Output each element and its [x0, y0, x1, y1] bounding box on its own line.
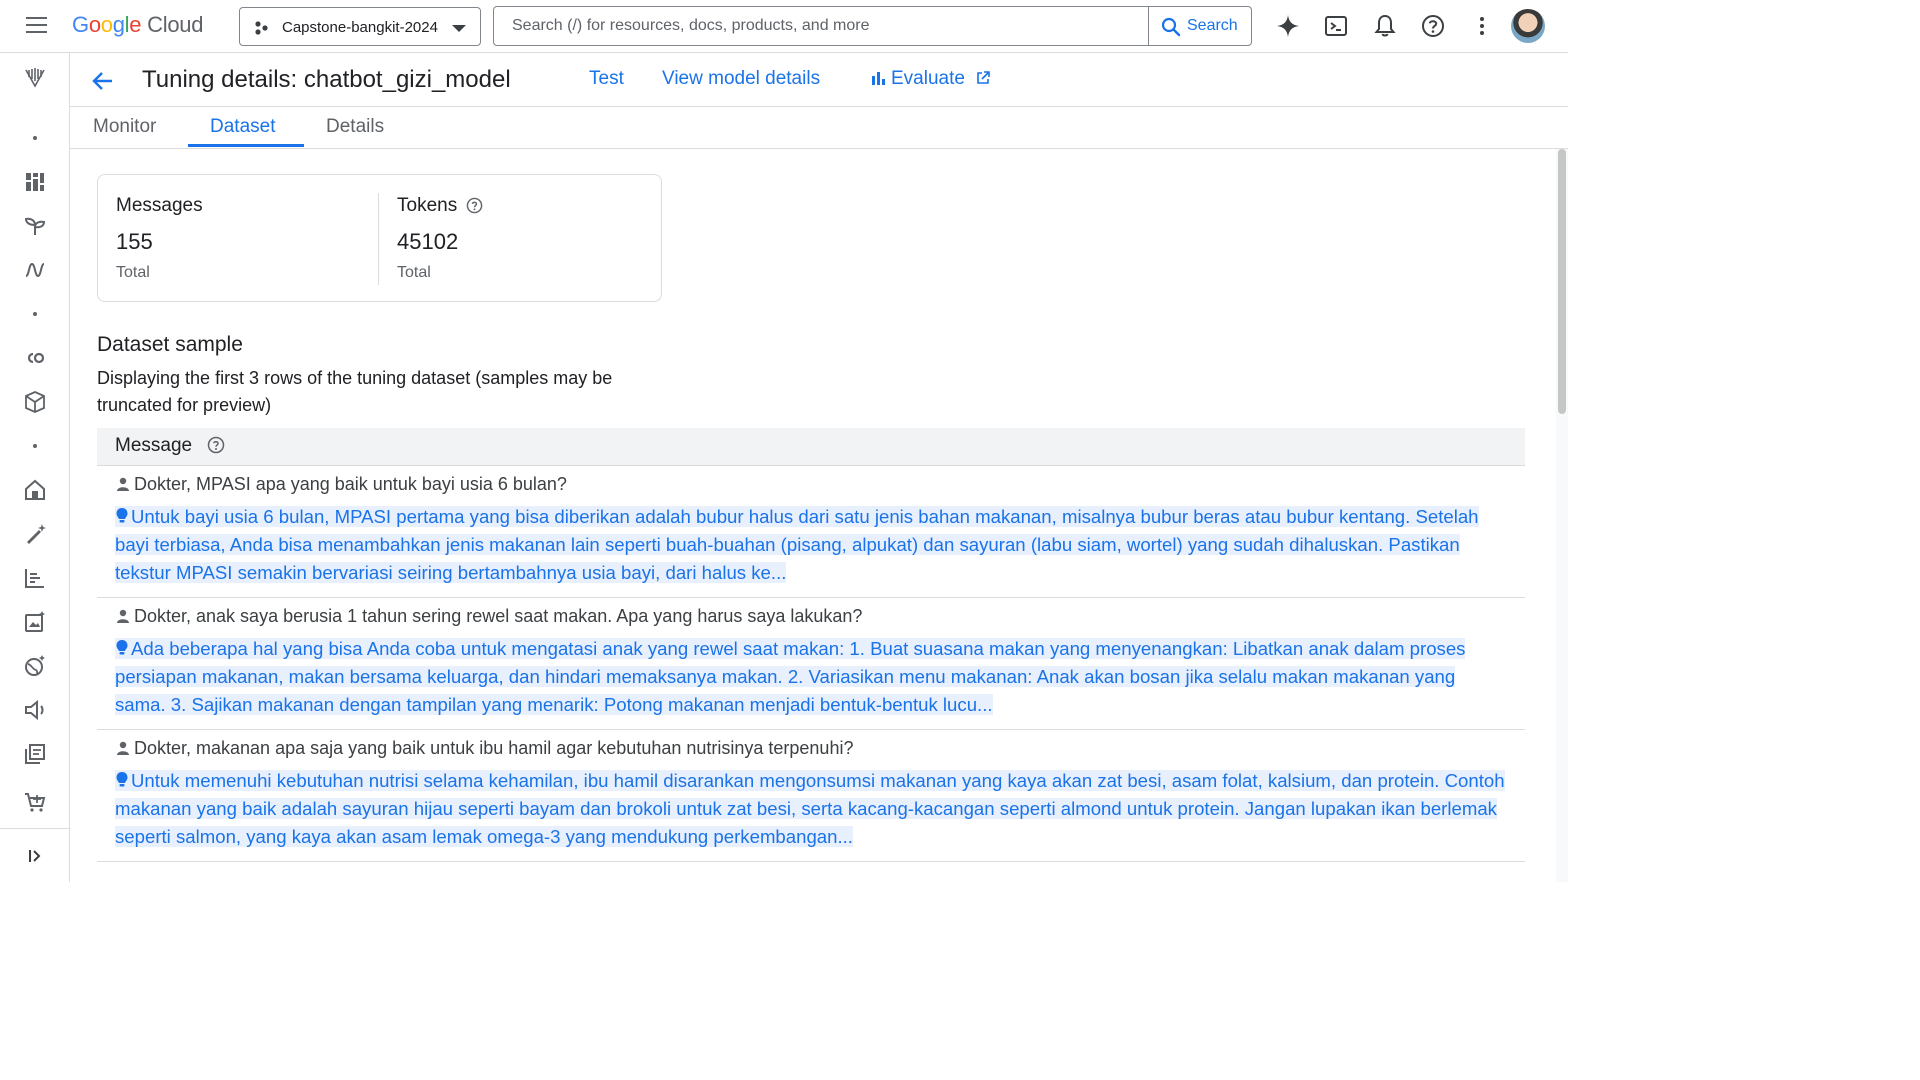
active-tab-indicator [188, 144, 304, 147]
more-vert-icon[interactable] [1469, 13, 1495, 39]
help-icon[interactable] [1420, 13, 1446, 39]
help-icon[interactable] [466, 197, 483, 214]
help-icon[interactable] [207, 436, 225, 454]
language-icon[interactable] [23, 654, 47, 678]
search-bar: Search [493, 6, 1252, 46]
rail-separator-dot [33, 312, 37, 316]
tokens-label-wrap: Tokens [397, 195, 483, 217]
project-name: Capstone-bangkit-2024 [282, 19, 438, 36]
user-message: Dokter, makanan apa saja yang baik untuk… [115, 737, 1507, 759]
model-garden-icon[interactable] [23, 214, 47, 238]
tokens-stat: Tokens 45102 Total [379, 175, 659, 303]
project-picker[interactable]: Capstone-bangkit-2024 [239, 7, 481, 46]
dataset-sample-table: Message Dokter, MPASI apa yang baik untu… [97, 428, 1525, 862]
project-icon [255, 21, 268, 35]
avatar[interactable] [1511, 9, 1545, 43]
shop-icon[interactable] [23, 790, 47, 814]
speech-icon[interactable] [23, 698, 47, 722]
dataset-sample-description: Displaying the first 3 rows of the tunin… [97, 368, 613, 415]
person-icon [117, 741, 129, 755]
library-icon[interactable] [23, 742, 47, 766]
rail-separator-dot [33, 136, 37, 140]
tokens-sub: Total [397, 264, 431, 281]
search-button-label: Search [1187, 17, 1238, 34]
table-row: Dokter, makanan apa saja yang baik untuk… [97, 730, 1525, 862]
messages-label: Messages [116, 195, 203, 216]
model-response: Untuk bayi usia 6 bulan, MPASI pertama y… [115, 503, 1507, 587]
top-app-bar: Google Cloud Capstone-bangkit-2024 Search [0, 0, 1568, 53]
back-arrow-icon[interactable] [90, 68, 116, 94]
user-message-text: Dokter, MPASI apa yang baik untuk bayi u… [134, 474, 567, 494]
pipelines-icon[interactable] [23, 258, 47, 282]
tab-dataset[interactable]: Dataset [210, 116, 275, 138]
rail-separator-dot [33, 444, 37, 448]
view-model-details-link[interactable]: View model details [662, 68, 820, 90]
vertical-scrollbar[interactable] [1556, 149, 1568, 882]
notifications-icon[interactable] [1372, 13, 1398, 39]
tuning-icon[interactable] [23, 566, 47, 590]
dashboard-icon[interactable] [23, 170, 47, 194]
message-column-header: Message [115, 435, 193, 456]
google-cloud-logo[interactable]: Google Cloud [72, 12, 203, 38]
evaluate-label: Evaluate [891, 68, 965, 89]
messages-stat: Messages 155 Total [98, 175, 378, 303]
tab-monitor[interactable]: Monitor [93, 116, 156, 138]
bar-chart-icon [872, 72, 885, 85]
model-response-text: Ada beberapa hal yang bisa Anda coba unt… [115, 638, 1466, 715]
image-edit-icon[interactable] [23, 610, 47, 634]
left-nav-rail [0, 53, 70, 882]
gemini-icon[interactable] [1275, 13, 1301, 39]
evaluate-link[interactable]: Evaluate [871, 68, 991, 90]
messages-sub: Total [116, 264, 150, 281]
dataset-stats-card: Messages 155 Total Tokens 45102 Total [97, 174, 662, 302]
menu-icon[interactable] [22, 12, 52, 40]
messages-value: 155 [116, 229, 153, 254]
model-response: Untuk memenuhi kebutuhan nutrisi selama … [115, 767, 1507, 851]
search-button[interactable]: Search [1148, 7, 1251, 45]
table-row: Dokter, MPASI apa yang baik untuk bayi u… [97, 466, 1525, 598]
lightbulb-icon [116, 508, 128, 523]
scrollbar-thumb[interactable] [1558, 149, 1566, 414]
lightbulb-icon [116, 640, 128, 655]
tab-bar: Monitor Dataset Details [70, 107, 1568, 149]
chevron-down-icon [452, 25, 466, 32]
open-in-new-icon [977, 71, 991, 84]
tokens-label: Tokens [397, 195, 458, 216]
model-response: Ada beberapa hal yang bisa Anda coba unt… [115, 635, 1507, 719]
person-icon [117, 609, 129, 623]
table-row: Dokter, anak saya berusia 1 tahun sering… [97, 598, 1525, 730]
prompt-design-icon[interactable] [23, 522, 47, 546]
tokens-value: 45102 [397, 229, 459, 254]
user-message: Dokter, MPASI apa yang baik untuk bayi u… [115, 473, 1507, 495]
user-message-text: Dokter, anak saya berusia 1 tahun sering… [134, 606, 863, 626]
search-icon [1161, 17, 1181, 37]
person-icon [117, 477, 129, 491]
lightbulb-icon [116, 772, 128, 787]
tab-details[interactable]: Details [326, 116, 384, 138]
test-link[interactable]: Test [589, 68, 624, 90]
dataset-sample-title: Dataset sample [97, 333, 243, 356]
model-response-text: Untuk bayi usia 6 bulan, MPASI pertama y… [115, 506, 1479, 583]
marketplace-icon[interactable] [23, 390, 47, 414]
colab-icon[interactable] [23, 346, 47, 370]
user-message: Dokter, anak saya berusia 1 tahun sering… [115, 605, 1507, 627]
model-response-text: Untuk memenuhi kebutuhan nutrisi selama … [115, 770, 1505, 847]
cloud-shell-icon[interactable] [1323, 13, 1349, 39]
expand-icon[interactable] [23, 844, 47, 868]
vertex-ai-icon[interactable] [23, 66, 47, 90]
table-header: Message [97, 428, 1525, 466]
rail-divider [0, 828, 70, 829]
search-input[interactable] [494, 7, 1149, 45]
page-title: Tuning details: chatbot_gizi_model [142, 66, 511, 93]
dataset-tab-content: Messages 155 Total Tokens 45102 Total Da… [70, 149, 1556, 882]
page-header: Tuning details: chatbot_gizi_model Test … [70, 53, 1568, 107]
user-message-text: Dokter, makanan apa saja yang baik untuk… [134, 738, 854, 758]
home-icon[interactable] [23, 478, 47, 502]
